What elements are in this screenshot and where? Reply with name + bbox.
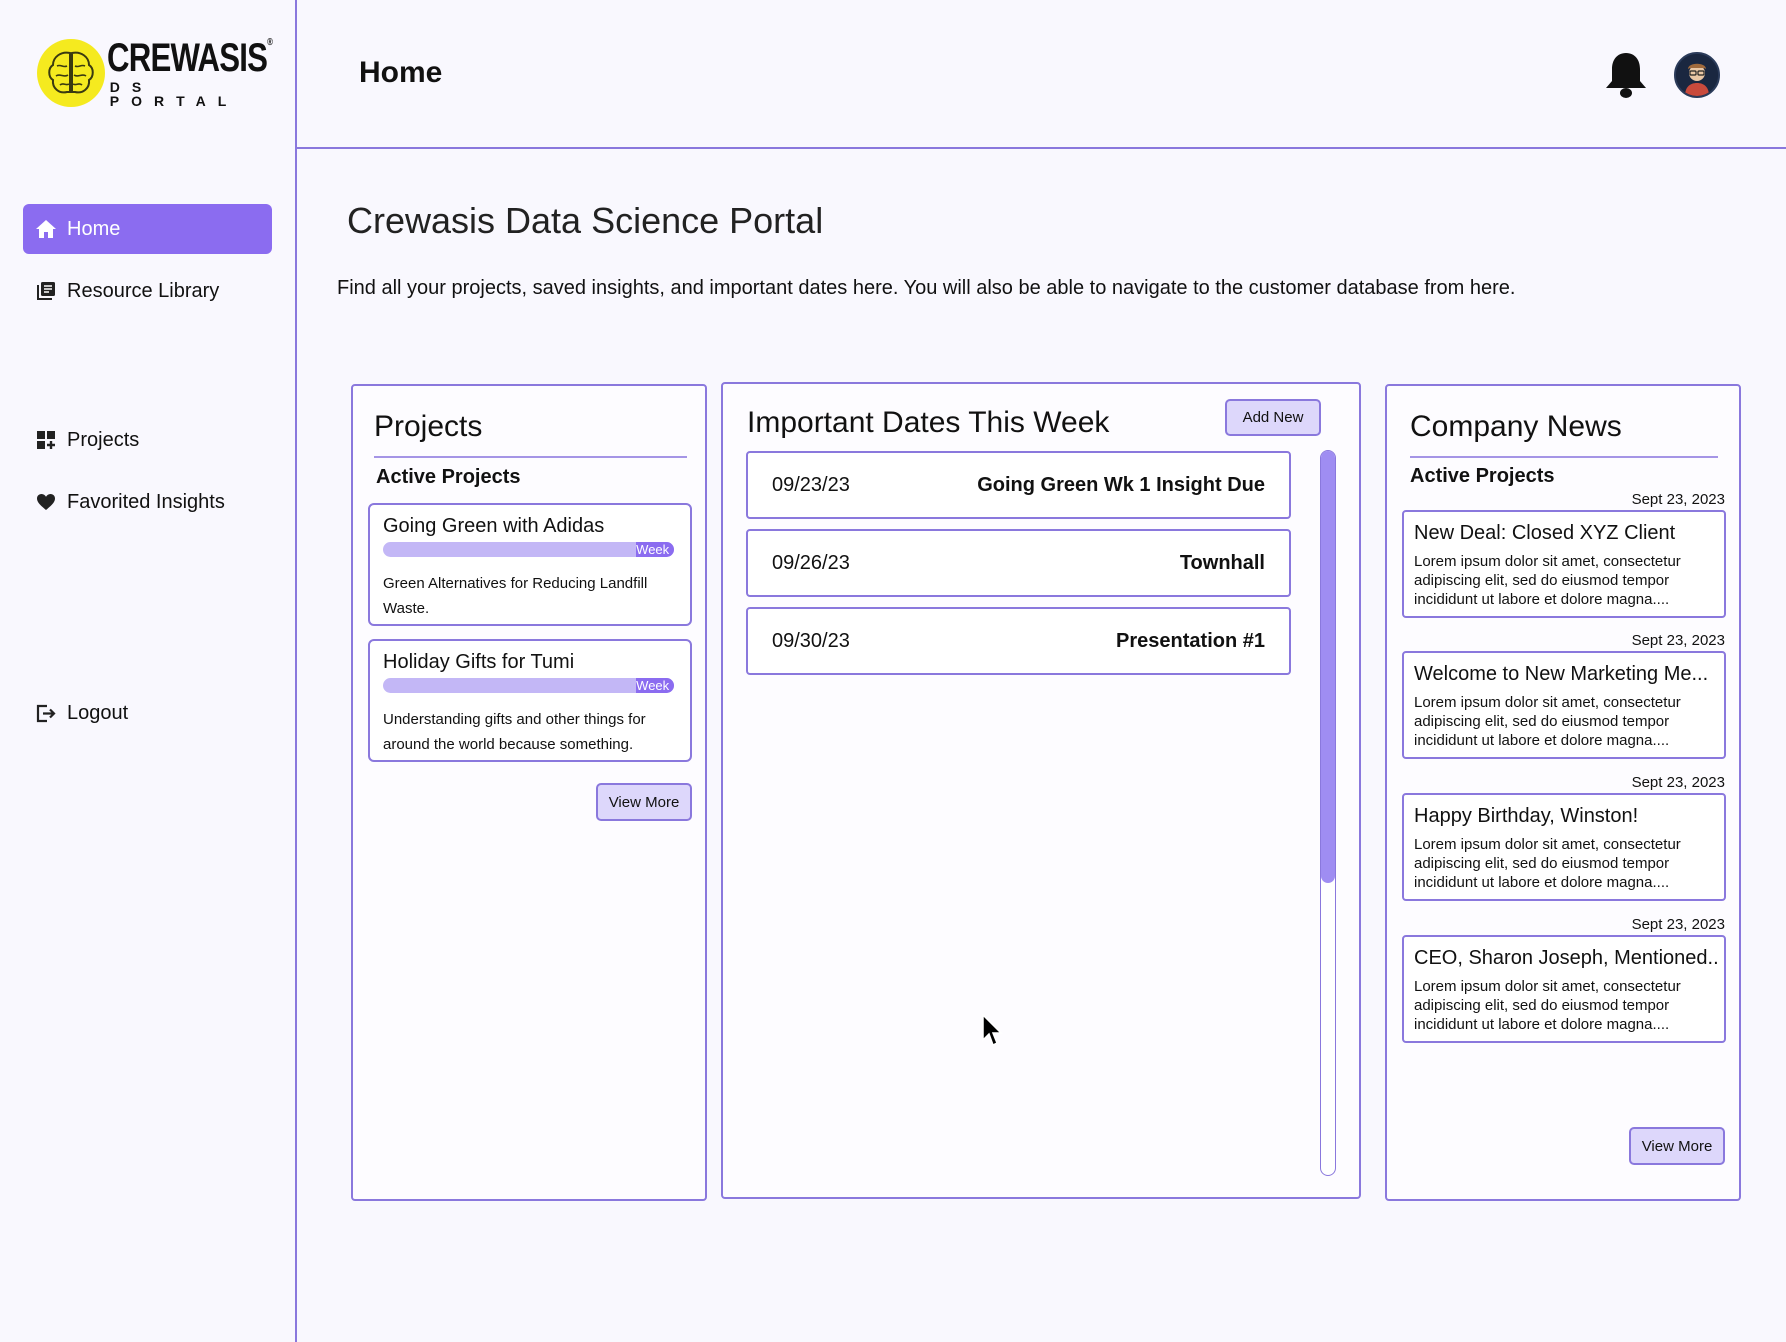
news-card[interactable]: Welcome to New Marketing Me... Lorem ips… [1402, 651, 1726, 759]
sidebar-item-label: Logout [67, 701, 129, 724]
library-icon [35, 280, 57, 302]
important-dates-panel: Important Dates This Week Add New 09/23/… [721, 382, 1361, 1199]
company-news-panel: Company News Active Projects Sept 23, 20… [1385, 384, 1741, 1201]
mouse-cursor-icon [982, 1013, 1004, 1048]
news-title: Welcome to New Marketing Me... [1414, 663, 1709, 685]
news-body: Lorem ipsum dolor sit amet, consectetur … [1414, 836, 1681, 891]
date-event-title: Going Green Wk 1 Insight Due [977, 473, 1265, 496]
sidebar: CREWASIS® DS PORTAL Home Resource Librar… [0, 0, 297, 1342]
projects-title: Projects [374, 410, 483, 443]
project-week-label: Week 4 [636, 678, 674, 693]
news-card[interactable]: Happy Birthday, Winston! Lorem ipsum dol… [1402, 793, 1726, 901]
add-new-button[interactable]: Add New [1225, 399, 1321, 436]
project-week-label: Week 4 [636, 542, 674, 557]
news-body: Lorem ipsum dolor sit amet, consectetur … [1414, 553, 1681, 608]
news-card[interactable]: New Deal: Closed XYZ Client Lorem ipsum … [1402, 510, 1726, 618]
active-projects-subheading: Active Projects [376, 466, 521, 488]
project-progress-bar: Week 4 [383, 542, 674, 557]
dates-scrollbar[interactable] [1320, 450, 1336, 1176]
sidebar-item-logout[interactable]: Logout [23, 688, 272, 738]
date-value: 09/23/23 [772, 473, 850, 496]
news-card[interactable]: CEO, Sharon Joseph, Mentioned... Lorem i… [1402, 935, 1726, 1043]
news-date: Sept 23, 2023 [1631, 491, 1725, 508]
sidebar-item-label: Projects [67, 428, 140, 451]
company-news-title: Company News [1410, 410, 1622, 443]
bell-icon[interactable] [1603, 50, 1649, 100]
brand-logo[interactable]: CREWASIS® DS PORTAL [37, 38, 297, 108]
projects-panel: Projects Active Projects Going Green wit… [351, 384, 707, 1201]
news-date: Sept 23, 2023 [1631, 916, 1725, 933]
date-value: 09/30/23 [772, 629, 850, 652]
project-description: Green Alternatives for Reducing Landfill… [383, 575, 648, 617]
news-body: Lorem ipsum dolor sit amet, consectetur … [1414, 694, 1681, 749]
project-progress-bar: Week 4 [383, 678, 674, 693]
brand-name: CREWASIS® [106, 36, 273, 80]
divider [1410, 456, 1718, 458]
date-event-title: Townhall [1179, 551, 1265, 574]
projects-view-more-button[interactable]: View More [596, 783, 692, 821]
sidebar-item-favorited-insights[interactable]: Favorited Insights [23, 477, 272, 527]
sidebar-item-label: Home [67, 217, 121, 240]
news-title: New Deal: Closed XYZ Client [1414, 522, 1676, 544]
portal-description: Find all your projects, saved insights, … [337, 277, 1516, 299]
sidebar-item-label: Favorited Insights [67, 490, 225, 513]
brain-icon [37, 39, 105, 107]
news-body: Lorem ipsum dolor sit amet, consectetur … [1414, 978, 1681, 1033]
date-value: 09/26/23 [772, 551, 850, 574]
project-description: Understanding gifts and other things for… [383, 711, 646, 753]
project-card[interactable]: Holiday Gifts for Tumi Week 4 Understand… [368, 639, 692, 762]
date-row[interactable]: 09/30/23 Presentation #1 [746, 607, 1291, 675]
project-card[interactable]: Going Green with Adidas Week 4 Green Alt… [368, 503, 692, 626]
sidebar-item-home[interactable]: Home [23, 204, 272, 254]
portal-heading: Crewasis Data Science Portal [347, 200, 824, 241]
sidebar-item-projects[interactable]: Projects [23, 415, 272, 465]
sidebar-item-resource-library[interactable]: Resource Library [23, 266, 272, 316]
news-title: CEO, Sharon Joseph, Mentioned... [1414, 947, 1719, 969]
date-row[interactable]: 09/23/23 Going Green Wk 1 Insight Due [746, 451, 1291, 519]
project-title: Holiday Gifts for Tumi [383, 651, 575, 673]
projects-icon [35, 429, 57, 451]
avatar[interactable] [1674, 52, 1720, 98]
important-dates-title: Important Dates This Week [747, 406, 1110, 439]
sidebar-item-label: Resource Library [67, 279, 220, 302]
news-view-more-button[interactable]: View More [1629, 1127, 1725, 1165]
heart-icon [35, 491, 57, 513]
date-event-title: Presentation #1 [1116, 629, 1265, 652]
news-title: Happy Birthday, Winston! [1414, 805, 1639, 827]
brand-subtitle: DS PORTAL [109, 79, 239, 109]
scrollbar-thumb[interactable] [1321, 451, 1335, 883]
news-date: Sept 23, 2023 [1631, 632, 1725, 649]
divider [374, 456, 687, 458]
date-row[interactable]: 09/26/23 Townhall [746, 529, 1291, 597]
top-header: Home [297, 0, 1786, 149]
project-title: Going Green with Adidas [383, 515, 605, 537]
news-date: Sept 23, 2023 [1631, 774, 1725, 791]
logout-icon [35, 702, 57, 724]
news-subheading: Active Projects [1410, 465, 1555, 487]
home-icon [35, 218, 57, 240]
page-title: Home [359, 56, 443, 89]
